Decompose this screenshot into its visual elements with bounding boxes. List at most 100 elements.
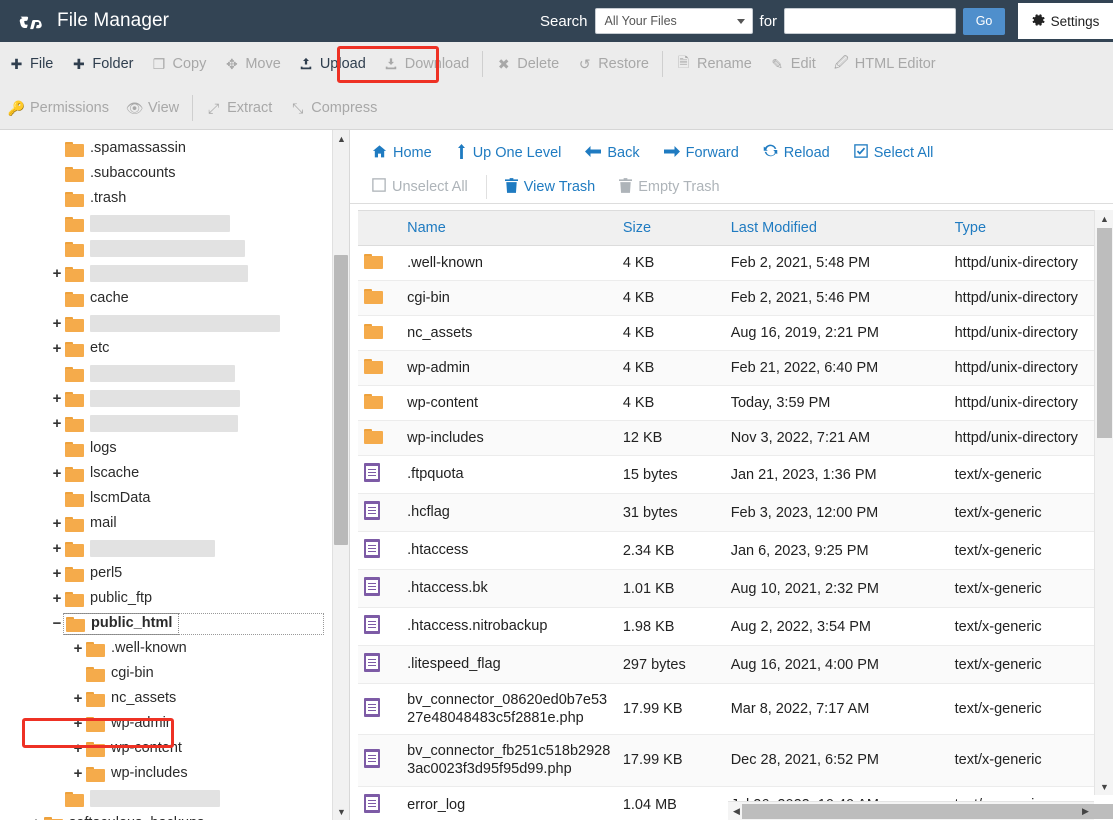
col-size-header[interactable]: Size: [617, 211, 725, 246]
sidebar-scroll-up-arrow[interactable]: ▲: [333, 130, 350, 147]
file-row-name[interactable]: .htaccess: [401, 532, 617, 570]
file-table-row[interactable]: .ftpquota15 bytesJan 21, 2023, 1:36 PMte…: [358, 456, 1113, 494]
nav-forward-button[interactable]: Forward: [652, 141, 751, 166]
tree-node[interactable]: +wp-content: [0, 736, 349, 761]
nav-empty-trash-button[interactable]: Empty Trash: [607, 174, 731, 201]
tree-node[interactable]: .trash: [0, 186, 349, 211]
tree-node-content[interactable]: [65, 790, 220, 807]
file-row-name[interactable]: cgi-bin: [401, 281, 617, 316]
tree-node[interactable]: +: [0, 261, 349, 286]
file-table-row[interactable]: wp-content4 KBToday, 3:59 PMhttpd/unix-d…: [358, 386, 1113, 421]
tree-expand-icon[interactable]: +: [49, 566, 65, 581]
file-list-horizontal-scrollbar[interactable]: ◀ ▶: [728, 801, 1094, 820]
tree-expand-icon[interactable]: +: [49, 516, 65, 531]
file-list-vertical-thumb[interactable]: [1097, 228, 1112, 438]
file-table-row[interactable]: .htaccess2.34 KBJan 6, 2023, 9:25 PMtext…: [358, 532, 1113, 570]
tree-node-content[interactable]: softaculous_backups: [44, 816, 204, 820]
sidebar-scroll-thumb[interactable]: [334, 255, 348, 545]
tree-node[interactable]: +nc_assets: [0, 686, 349, 711]
file-table-row[interactable]: cgi-bin4 KBFeb 2, 2021, 5:46 PMhttpd/uni…: [358, 281, 1113, 316]
tree-node-content[interactable]: cgi-bin: [86, 666, 154, 682]
file-row-name[interactable]: bv_connector_08620ed0b7e5327e48048483c5f…: [401, 684, 617, 735]
tree-expand-icon[interactable]: +: [70, 641, 86, 656]
tree-expand-icon[interactable]: +: [49, 316, 65, 331]
nav-home-button[interactable]: Home: [360, 140, 444, 167]
tree-expand-icon[interactable]: +: [28, 816, 44, 820]
tree-node-content[interactable]: nc_assets: [86, 691, 176, 707]
file-row-name[interactable]: nc_assets: [401, 316, 617, 351]
tree-node-content[interactable]: mail: [65, 516, 117, 532]
tree-node[interactable]: .spamassassin: [0, 136, 349, 161]
tree-node-content[interactable]: lscmData: [65, 491, 150, 507]
sidebar-scroll-down-arrow[interactable]: ▼: [333, 803, 350, 820]
tree-node[interactable]: +: [0, 411, 349, 436]
search-input[interactable]: [784, 8, 956, 34]
tree-node-content[interactable]: perl5: [65, 566, 122, 582]
file-list-horizontal-thumb[interactable]: [742, 804, 1113, 819]
tree-expand-icon[interactable]: +: [49, 591, 65, 606]
tree-expand-icon[interactable]: +: [49, 391, 65, 406]
file-table-row[interactable]: bv_connector_08620ed0b7e5327e48048483c5f…: [358, 684, 1113, 735]
tree-expand-icon[interactable]: +: [70, 716, 86, 731]
toolbar-view-button[interactable]: 👁 View: [118, 95, 188, 121]
tree-node[interactable]: lscmData: [0, 486, 349, 511]
tree-node-content[interactable]: wp-admin: [86, 716, 174, 732]
tree-node[interactable]: +mail: [0, 511, 349, 536]
nav-view-trash-button[interactable]: View Trash: [493, 174, 607, 201]
col-type-header[interactable]: Type: [949, 211, 1113, 246]
file-row-name[interactable]: bv_connector_fb251c518b29283ac0023f3d95f…: [401, 735, 617, 786]
nav-select-all-button[interactable]: Select All: [842, 140, 946, 166]
tree-node[interactable]: +public_ftp: [0, 586, 349, 611]
tree-node[interactable]: +: [0, 536, 349, 561]
file-table-row[interactable]: .htaccess.nitrobackup1.98 KBAug 2, 2022,…: [358, 608, 1113, 646]
toolbar-download-button[interactable]: Download: [375, 51, 479, 77]
tree-node[interactable]: +wp-admin: [0, 711, 349, 736]
tree-node-content[interactable]: cache: [65, 291, 129, 307]
tree-node-content[interactable]: [65, 315, 280, 332]
tree-node-content[interactable]: .spamassassin: [65, 141, 186, 157]
toolbar-delete-button[interactable]: ✖ Delete: [487, 51, 568, 77]
tree-node[interactable]: +: [0, 311, 349, 336]
tree-node-content[interactable]: .subaccounts: [65, 166, 175, 182]
tree-node[interactable]: +etc: [0, 336, 349, 361]
tree-node[interactable]: [0, 236, 349, 261]
toolbar-restore-button[interactable]: ↺ Restore: [568, 51, 658, 77]
file-table-row[interactable]: bv_connector_fb251c518b29283ac0023f3d95f…: [358, 735, 1113, 786]
toolbar-html-editor-button[interactable]: 🖉 HTML Editor: [825, 51, 945, 77]
tree-node-content[interactable]: .well-known: [86, 641, 187, 657]
tree-expand-icon[interactable]: +: [70, 766, 86, 781]
nav-up-one-level-button[interactable]: Up One Level: [444, 140, 574, 167]
tree-node[interactable]: cgi-bin: [0, 661, 349, 686]
nav-reload-button[interactable]: Reload: [751, 140, 842, 167]
tree-node[interactable]: +wp-includes: [0, 761, 349, 786]
file-table-row[interactable]: wp-includes12 KBNov 3, 2022, 7:21 AMhttp…: [358, 421, 1113, 456]
tree-node-content[interactable]: public_ftp: [65, 591, 152, 607]
settings-button[interactable]: Settings: [1018, 3, 1113, 39]
search-scope-select[interactable]: All Your Files: [595, 8, 753, 34]
toolbar-copy-button[interactable]: ❐ Copy: [142, 51, 215, 77]
file-row-name[interactable]: .well-known: [401, 246, 617, 281]
tree-node[interactable]: [0, 211, 349, 236]
tree-expand-icon[interactable]: +: [49, 541, 65, 556]
file-list-vertical-scrollbar[interactable]: ▲ ▼: [1094, 210, 1113, 795]
file-list-scroll-up-arrow[interactable]: ▲: [1096, 210, 1113, 227]
tree-expand-icon[interactable]: +: [49, 416, 65, 431]
file-row-name[interactable]: wp-admin: [401, 351, 617, 386]
tree-node-selected[interactable]: −public_html: [0, 611, 349, 636]
tree-node[interactable]: [0, 361, 349, 386]
sidebar-scrollbar[interactable]: ▲ ▼: [332, 130, 349, 820]
tree-node-content[interactable]: [65, 390, 240, 407]
tree-node[interactable]: +: [0, 386, 349, 411]
nav-unselect-all-button[interactable]: Unselect All: [360, 174, 480, 200]
tree-node-content[interactable]: .trash: [65, 191, 126, 207]
tree-expand-icon[interactable]: +: [70, 691, 86, 706]
file-row-name[interactable]: wp-content: [401, 386, 617, 421]
col-name-header[interactable]: Name: [401, 211, 617, 246]
file-table-row[interactable]: .well-known4 KBFeb 2, 2021, 5:48 PMhttpd…: [358, 246, 1113, 281]
file-row-name[interactable]: .ftpquota: [401, 456, 617, 494]
file-row-name[interactable]: .htaccess.bk: [401, 570, 617, 608]
toolbar-move-button[interactable]: ✥ Move: [215, 51, 289, 77]
toolbar-new-folder-button[interactable]: ✚ Folder: [62, 51, 142, 77]
toolbar-new-file-button[interactable]: ✚ File: [0, 51, 62, 77]
tree-node-content[interactable]: wp-content: [86, 741, 182, 757]
